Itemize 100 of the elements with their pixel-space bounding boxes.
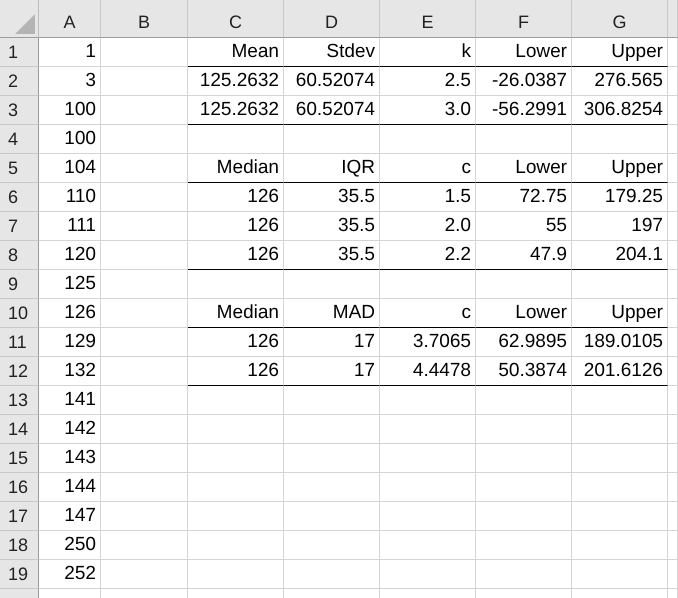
table-cell: Upper	[572, 154, 668, 183]
table-cell: Upper	[572, 299, 668, 328]
table-cell: 35.5	[284, 212, 380, 241]
table-cell	[668, 67, 678, 96]
table-cell: 55	[476, 212, 572, 241]
table-cell: 125	[39, 270, 101, 299]
table-cell: 204.1	[572, 241, 668, 270]
row-header[interactable]: 8	[0, 241, 39, 270]
table-cell: 17	[284, 357, 380, 386]
column-header[interactable]	[668, 0, 678, 38]
table-cell	[668, 299, 678, 328]
table-cell: Lower	[476, 154, 572, 183]
table-cell	[668, 444, 678, 473]
row-header[interactable]: 2	[0, 67, 39, 96]
table-cell: 2.5	[380, 67, 476, 96]
row-header[interactable]: 10	[0, 299, 39, 328]
table-cell: 60.52074	[284, 96, 380, 125]
row-header[interactable]: 4	[0, 125, 39, 154]
row-header[interactable]: 14	[0, 415, 39, 444]
table-cell: 276.565	[572, 67, 668, 96]
row-header[interactable]: 19	[0, 560, 39, 589]
table-cell: 197	[572, 212, 668, 241]
table-cell: -56.2991	[476, 96, 572, 125]
table-cell: 100	[39, 96, 101, 125]
table-cell	[668, 154, 678, 183]
table-cell: Stdev	[284, 38, 380, 67]
row-header[interactable]: 18	[0, 531, 39, 560]
row-header[interactable]: 17	[0, 502, 39, 531]
table-cell: 100	[39, 125, 101, 154]
row-header[interactable]: 3	[0, 96, 39, 125]
row-header[interactable]: 11	[0, 328, 39, 357]
table-cell: 35.5	[284, 183, 380, 212]
table-cell: 62.9895	[476, 328, 572, 357]
table-cell: 47.9	[476, 241, 572, 270]
table-cell	[668, 241, 678, 270]
table-cell: 141	[39, 386, 101, 415]
row-header[interactable]: 12	[0, 357, 39, 386]
table-cell: IQR	[284, 154, 380, 183]
table-cell	[668, 357, 678, 386]
table-cell	[668, 183, 678, 212]
table-cell: 252	[39, 560, 101, 589]
table-cell: c	[380, 154, 476, 183]
column-header[interactable]: G	[572, 0, 668, 38]
row-header[interactable]: 16	[0, 473, 39, 502]
table-cell: 110	[39, 183, 101, 212]
table-cell: 132	[39, 357, 101, 386]
table-cell: 120	[39, 241, 101, 270]
table-cell: 2.0	[380, 212, 476, 241]
table-cell	[668, 415, 678, 444]
table-cell	[668, 96, 678, 125]
row-header[interactable]: 6	[0, 183, 39, 212]
column-header[interactable]: E	[380, 0, 476, 38]
table-cell: c	[380, 299, 476, 328]
table-cell: 126	[188, 183, 284, 212]
table-cell: k	[380, 38, 476, 67]
table-cell: 3.7065	[380, 328, 476, 357]
column-header[interactable]: F	[476, 0, 572, 38]
table-cell: Mean	[188, 38, 284, 67]
table-cell	[668, 328, 678, 357]
column-header[interactable]: B	[101, 0, 188, 38]
column-header[interactable]: C	[188, 0, 284, 38]
table-cell	[668, 473, 678, 502]
table-cell: 50.3874	[476, 357, 572, 386]
table-cell: 126	[188, 212, 284, 241]
table-cell: Lower	[476, 38, 572, 67]
table-cell: Lower	[476, 299, 572, 328]
column-header[interactable]: D	[284, 0, 380, 38]
table-cell: 1.5	[380, 183, 476, 212]
row-header[interactable]: 1	[0, 38, 39, 67]
row-header[interactable]: 9	[0, 270, 39, 299]
row-header[interactable]: 7	[0, 212, 39, 241]
table-cell: 3.0	[380, 96, 476, 125]
table-cell: 126	[188, 357, 284, 386]
table-cell: 189.0105	[572, 328, 668, 357]
table-cell: 126	[188, 241, 284, 270]
row-header[interactable]: 5	[0, 154, 39, 183]
table-cell: 179.25	[572, 183, 668, 212]
table-cell: 1	[39, 38, 101, 67]
table-cell: 129	[39, 328, 101, 357]
row-header[interactable]: 13	[0, 386, 39, 415]
table-cell: 2.2	[380, 241, 476, 270]
table-cell	[668, 386, 678, 415]
table-cell	[668, 502, 678, 531]
column-header[interactable]: A	[39, 0, 101, 38]
table-cell: -26.0387	[476, 67, 572, 96]
table-cell	[668, 560, 678, 589]
table-cell: 250	[39, 531, 101, 560]
row-header[interactable]: 15	[0, 444, 39, 473]
table-cell: 144	[39, 473, 101, 502]
table-cell: 104	[39, 154, 101, 183]
table-cell: 125.2632	[188, 67, 284, 96]
table-cell: 17	[284, 328, 380, 357]
table-cell: 4.4478	[380, 357, 476, 386]
table-cell: 35.5	[284, 241, 380, 270]
table-cell: 126	[188, 328, 284, 357]
select-all-icon[interactable]	[15, 14, 35, 34]
table-cell: 3	[39, 67, 101, 96]
table-cell: Median	[188, 299, 284, 328]
table-cell	[668, 531, 678, 560]
table-cell	[668, 125, 678, 154]
